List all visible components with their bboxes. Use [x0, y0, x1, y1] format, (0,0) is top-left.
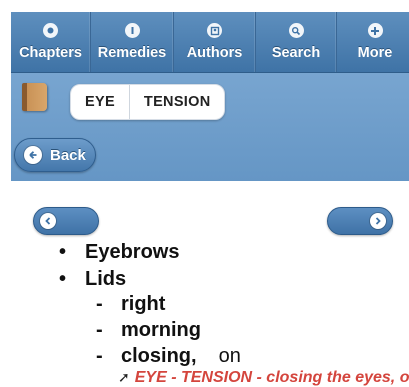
chapters-icon — [43, 23, 58, 38]
next-button[interactable] — [327, 207, 393, 235]
cross-reference-text: EYE - TENSION - closing the eyes, on — [134, 369, 409, 386]
authors-icon — [207, 23, 222, 38]
plus-icon — [367, 23, 383, 38]
back-button[interactable]: Back — [14, 138, 96, 172]
nav-search-label: Search — [271, 45, 321, 61]
nav-chapters[interactable]: Chapters — [11, 12, 91, 72]
nav-authors[interactable]: Authors — [174, 12, 256, 72]
chevron-right-icon — [370, 213, 386, 229]
nav-search[interactable]: Search — [256, 12, 337, 72]
cross-reference-link[interactable]: ➚ EYE - TENSION - closing the eyes, on — [118, 369, 409, 387]
list-item: right — [96, 291, 241, 317]
breadcrumb-tension[interactable]: TENSION — [128, 85, 225, 119]
list-item: Lids — [55, 266, 179, 293]
nav-remedies-label: Remedies — [97, 45, 167, 61]
list-item: closing, on — [96, 343, 241, 369]
breadcrumb: EYE TENSION — [70, 84, 226, 120]
back-arrow-icon — [24, 146, 42, 164]
rubric-list: Eyebrows Lids — [55, 239, 179, 293]
breadcrumb-eye[interactable]: EYE — [71, 85, 129, 119]
chevron-left-icon — [40, 213, 56, 229]
subrubric-suffix: on — [218, 345, 241, 367]
content-area: Eyebrows Lids right morning closing, on ➚… — [11, 181, 409, 387]
search-icon — [288, 23, 304, 38]
nav-authors-label: Authors — [186, 45, 243, 61]
subrubric-list: right morning closing, on — [96, 291, 241, 369]
remedies-icon — [124, 23, 140, 38]
back-button-label: Back — [50, 146, 86, 164]
nav-more-label: More — [357, 45, 393, 61]
nav-chapters-label: Chapters — [19, 45, 82, 61]
header-band: EYE TENSION Back — [11, 73, 409, 181]
nav-remedies[interactable]: Remedies — [91, 12, 174, 72]
book-icon — [22, 83, 47, 111]
list-item: morning — [96, 317, 241, 343]
nav-more[interactable]: More — [337, 12, 409, 72]
prev-button[interactable] — [33, 207, 99, 235]
subrubric-label: closing, — [121, 345, 197, 367]
list-item: Eyebrows — [55, 239, 179, 266]
arrow-icon: ➚ — [118, 369, 130, 385]
subrubric-label: morning — [121, 319, 201, 341]
subrubric-label: right — [121, 293, 166, 315]
top-nav-bar: Chapters Remedies Authors Search More — [11, 12, 409, 73]
